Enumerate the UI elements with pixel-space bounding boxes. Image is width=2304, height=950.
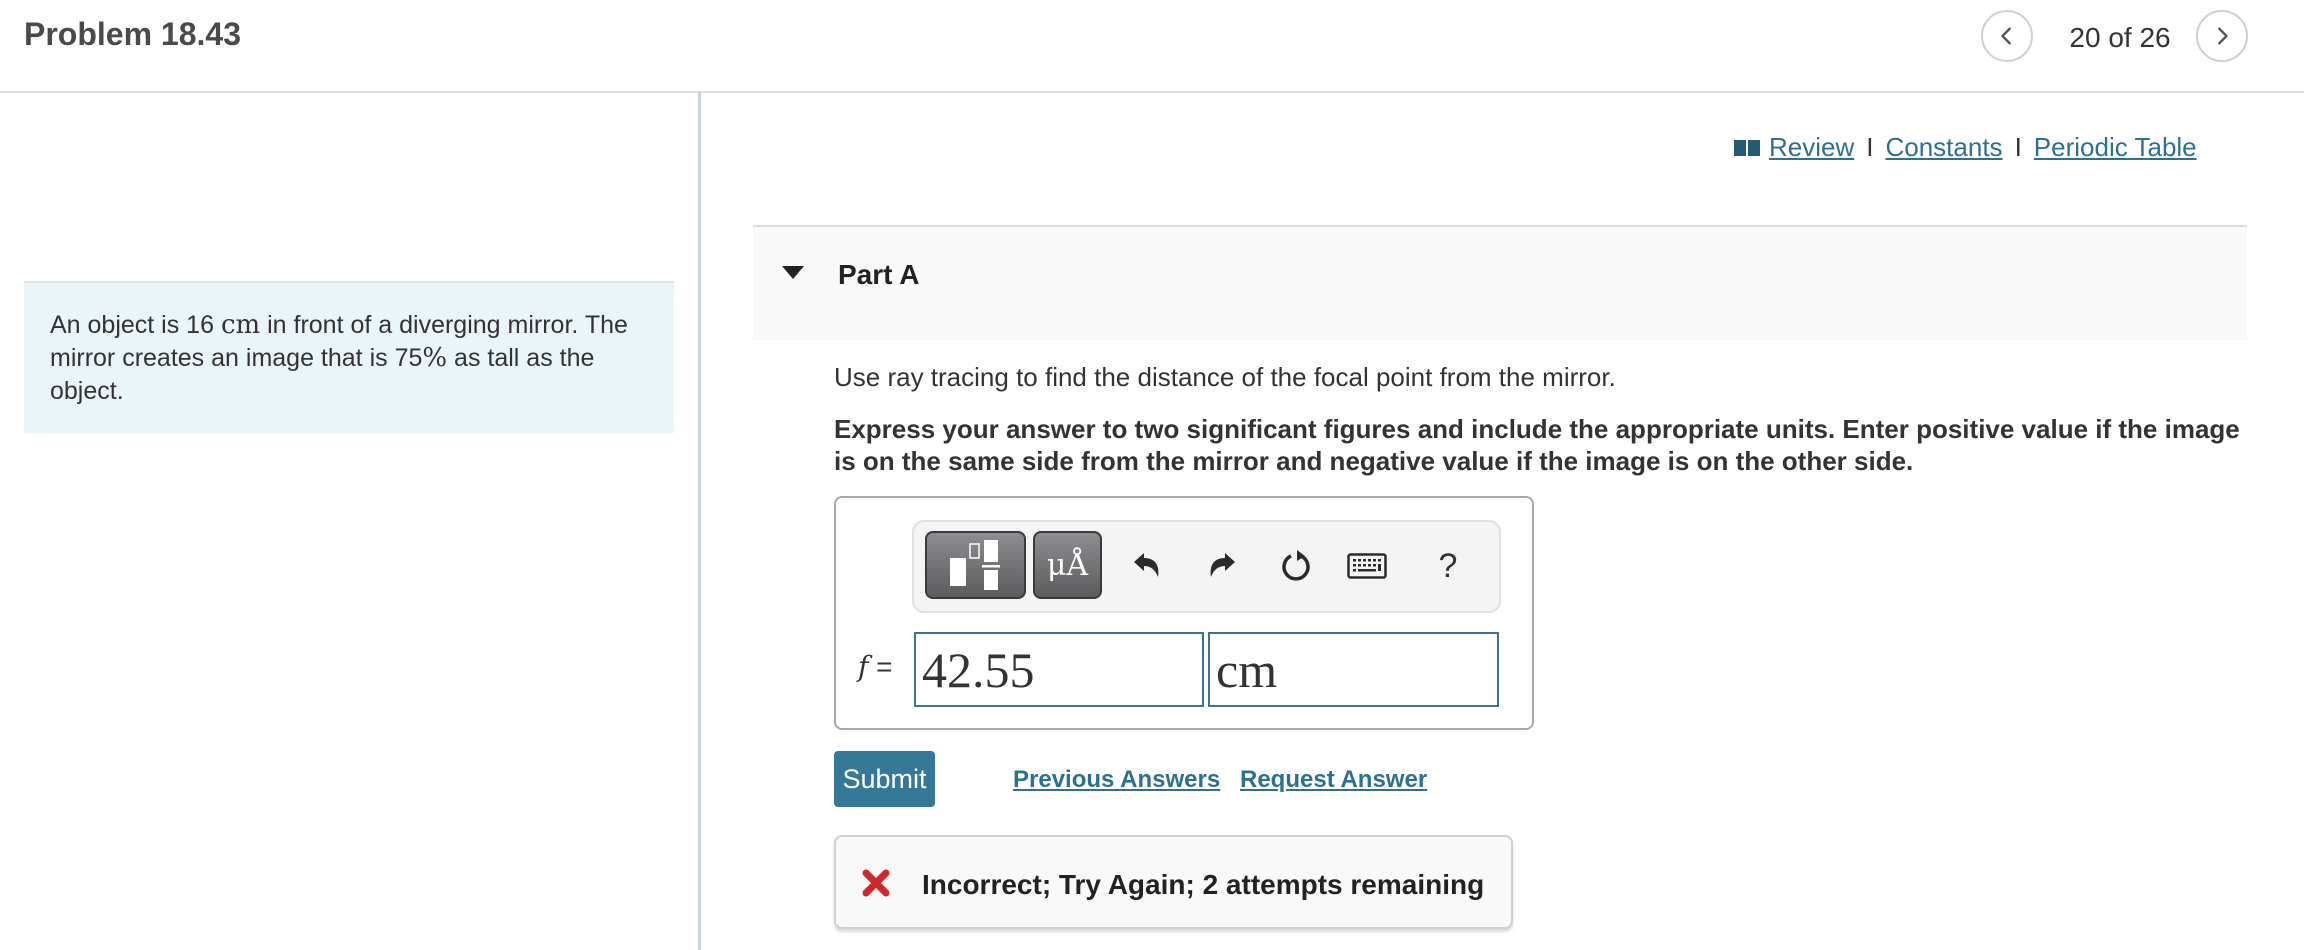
reset-icon [1282, 550, 1310, 581]
question-text: Use ray tracing to find the distance of … [834, 362, 1616, 392]
review-link[interactable]: Review [1769, 132, 1854, 163]
header-divider [0, 91, 2304, 93]
answer-value-input[interactable] [914, 632, 1204, 707]
undo-button[interactable] [1127, 546, 1167, 586]
templates-button[interactable] [925, 531, 1026, 599]
link-separator: I [2014, 132, 2022, 162]
part-a-header[interactable] [753, 225, 2247, 340]
x-icon [862, 869, 890, 897]
answer-units-input[interactable] [1208, 632, 1499, 707]
pane-divider[interactable] [698, 92, 701, 950]
book-icon [1734, 139, 1760, 156]
answer-instructions: Express your answer to two significant f… [834, 414, 2240, 476]
chevron-left-icon [2001, 27, 2011, 45]
problem-counter: 20 of 26 [2069, 22, 2171, 53]
problem-title: Problem 18.43 [24, 16, 241, 52]
constants-link[interactable]: Constants [1885, 132, 2002, 163]
variable-symbol: f [858, 650, 869, 683]
previous-answers-link[interactable]: Previous Answers [1013, 766, 1220, 794]
units-button[interactable]: μÅ [1033, 531, 1102, 599]
keyboard-button[interactable] [1347, 546, 1387, 586]
periodic-table-link[interactable]: Periodic Table [2034, 132, 2197, 163]
problem-statement: An object is 16 cm in front of a divergi… [24, 281, 674, 433]
caret-down-icon[interactable] [782, 266, 804, 279]
resource-links: Review I Constants I Periodic Table [1733, 132, 2197, 163]
link-separator: I [1866, 132, 1874, 162]
previous-problem-button[interactable] [1981, 10, 2033, 62]
variable-label: f = [858, 650, 893, 683]
keyboard-icon [1347, 553, 1387, 579]
help-button[interactable]: ? [1428, 546, 1468, 586]
chevron-right-icon [2218, 27, 2228, 45]
redo-icon [1210, 553, 1235, 577]
feedback-message: Incorrect; Try Again; 2 attempts remaini… [922, 869, 1485, 900]
next-problem-button[interactable] [2196, 10, 2248, 62]
statement-text: An object is 16 [50, 311, 221, 339]
part-title[interactable]: Part A [838, 259, 919, 291]
equals-sign: = [876, 651, 893, 682]
templates-icon [949, 540, 1000, 590]
request-answer-link[interactable]: Request Answer [1240, 766, 1427, 794]
statement-percent: % [422, 343, 448, 373]
reset-button[interactable] [1277, 546, 1317, 586]
submit-button[interactable]: Submit [834, 751, 935, 807]
undo-icon [1134, 553, 1159, 577]
redo-button[interactable] [1202, 546, 1242, 586]
statement-unit: cm [220, 310, 261, 340]
